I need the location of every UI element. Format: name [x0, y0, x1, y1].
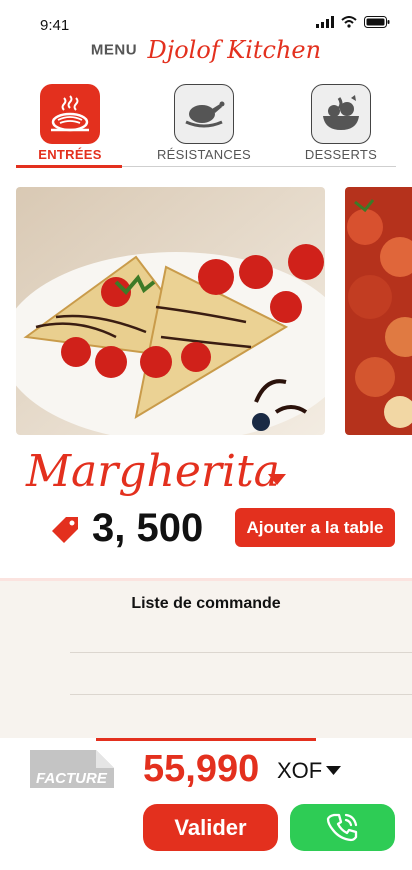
dish-carousel[interactable]: [16, 187, 412, 435]
fruit-bowl-icon: [311, 84, 371, 144]
currency-select[interactable]: XOF: [277, 758, 322, 784]
invoice-label: FACTURE: [36, 770, 108, 787]
invoice-icon[interactable]: FACTURE: [30, 750, 114, 788]
order-divider: [70, 652, 412, 653]
menu-label: MENU: [90, 41, 138, 59]
order-list-panel: Liste de commande: [0, 578, 412, 738]
roast-chicken-icon: [174, 84, 234, 144]
category-tabs: ENTRÉES RÉSISTANCES DESSERTS: [0, 84, 412, 168]
status-time: 9:41: [40, 17, 70, 34]
validate-button[interactable]: Valider: [143, 804, 278, 851]
dish-name: Margherita: [26, 446, 280, 497]
pasta-plate-icon: [40, 84, 100, 144]
dish-image-crepes[interactable]: [16, 187, 325, 435]
add-to-table-button[interactable]: Ajouter a la table: [235, 508, 395, 547]
tab-entrees[interactable]: ENTRÉES: [5, 84, 135, 164]
battery-icon: [364, 16, 390, 28]
phone-call-icon: [326, 813, 357, 841]
footer-accent-bar: [96, 738, 316, 741]
wifi-icon: [341, 16, 357, 28]
caret-down-icon[interactable]: [326, 766, 341, 775]
tab-entrees-label: ENTRÉES: [38, 147, 102, 162]
brand-name: Djolof Kitchen: [147, 36, 322, 64]
signal-icon: [316, 16, 334, 28]
order-list-title: Liste de commande: [131, 595, 281, 612]
status-icons: [316, 16, 390, 28]
active-tab-indicator: [16, 165, 122, 168]
dish-price: 3, 500: [92, 506, 204, 550]
order-total: 55,990: [143, 748, 260, 790]
price-tag-icon: [52, 517, 78, 543]
app-header: MENU Djolof Kitchen: [0, 36, 412, 66]
caret-down-icon[interactable]: [268, 474, 286, 485]
order-divider: [70, 694, 412, 695]
tab-desserts-label: DESSERTS: [304, 147, 378, 162]
tab-resistances[interactable]: RÉSISTANCES: [139, 84, 269, 164]
dish-image-next[interactable]: [345, 187, 412, 435]
tab-resistances-label: RÉSISTANCES: [156, 147, 252, 162]
tab-desserts[interactable]: DESSERTS: [276, 84, 406, 164]
call-button[interactable]: [290, 804, 395, 851]
